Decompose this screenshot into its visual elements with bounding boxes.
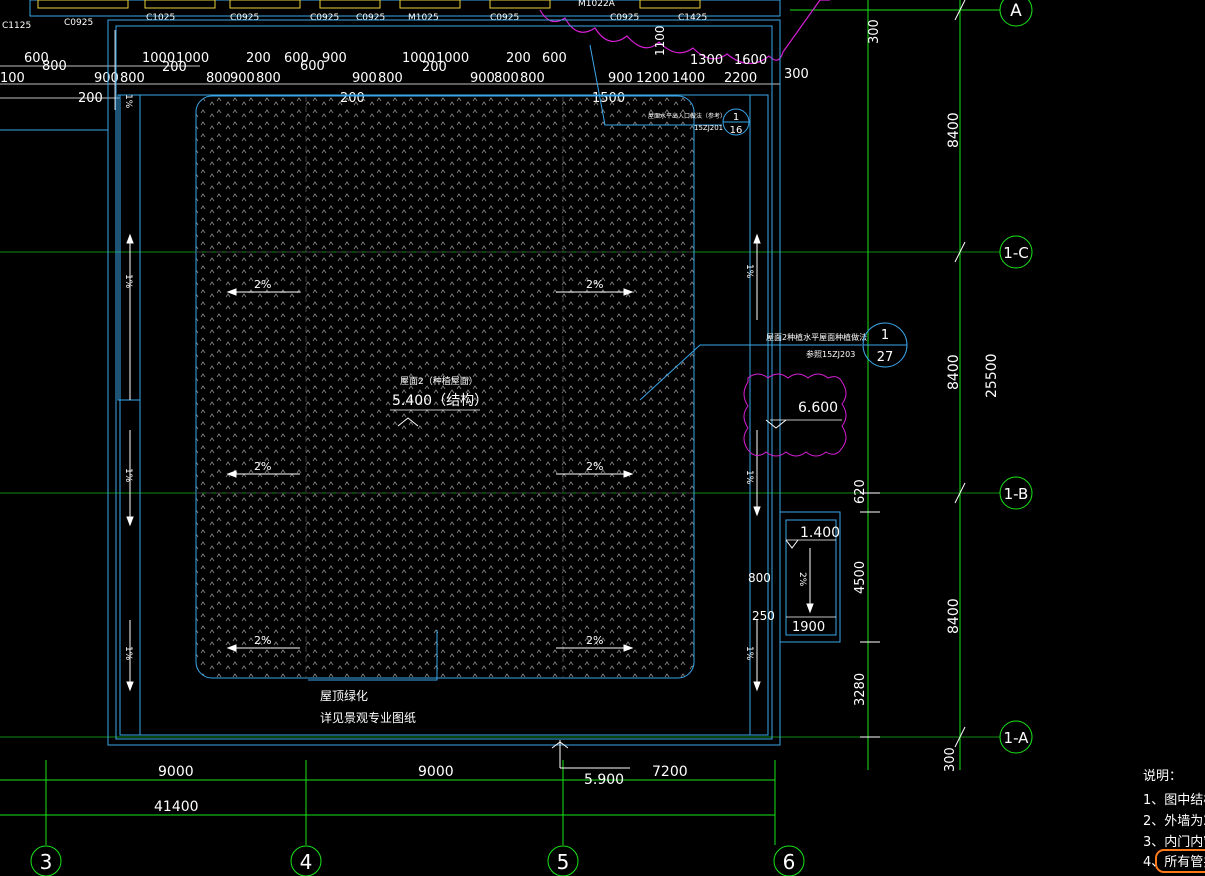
callout-mid-note: 屋面2种植水平屋面种植做法	[766, 332, 867, 342]
top-dim-200-left: 200	[78, 91, 103, 106]
slope-label-small-1: 1%	[123, 94, 133, 109]
top-dim-r2-800a: 800	[120, 71, 145, 86]
slope-label-4: 2%	[586, 460, 603, 473]
right-dim-620: 620	[853, 479, 868, 504]
slope-label-v5: 1%	[744, 470, 754, 485]
roof-type-note: 屋面2（种植屋面）	[400, 375, 478, 387]
callout-top-sheet: 16	[730, 125, 743, 136]
dim-1900: 1900	[792, 620, 825, 635]
top-dim-r2-800c: 800	[256, 71, 281, 86]
note-2: 2、外墙为20	[1143, 814, 1205, 829]
note-3: 3、内门内窗	[1143, 834, 1205, 850]
roof-elevation: 5.400（结构）	[392, 393, 488, 409]
slope-label-5: 2%	[254, 634, 271, 647]
slope-label-v2: 1%	[123, 468, 133, 483]
window-label-4: C0925	[230, 13, 259, 23]
top-dim-r2-1200: 1200	[636, 71, 669, 86]
top-dim-r2-800f: 800	[520, 71, 545, 86]
right-dim-4500: 4500	[853, 561, 868, 594]
cad-drawing: A 1-C 1-B 1-A 3 4 5 6 C1125 C0925 C1025 …	[0, 0, 1205, 876]
callout-top-note: 屋面水平出入口做法（参考）	[648, 112, 726, 120]
top-dim-r2-800d: 800	[378, 71, 403, 86]
axis-label-4: 4	[300, 850, 313, 874]
dim-800: 800	[748, 571, 771, 585]
top-dim-900: 900	[322, 51, 347, 66]
axis-label-6: 6	[783, 850, 796, 874]
callout-top-num: 1	[733, 112, 739, 123]
slope-label-v6: 1%	[744, 646, 754, 661]
window-label-8: C0925	[490, 13, 519, 23]
window-label-11: C1425	[678, 13, 707, 23]
axis-label-A: A	[1010, 1, 1022, 21]
top-dim-r2-800b: 800	[206, 71, 231, 86]
top-dim-r2-900e: 900	[608, 71, 633, 86]
window-label-9: M1022A	[578, 0, 616, 9]
top-dim-r2-900c: 900	[352, 71, 377, 86]
right-dim-8400-c: 8400	[946, 598, 962, 634]
callout-top-ref: 15ZJ201	[694, 124, 723, 132]
top-dim-1100: 1100	[653, 25, 667, 56]
slope-label-side: 2%	[797, 572, 807, 587]
right-dim-8400-b: 8400	[946, 354, 962, 390]
top-dim-r2-100: 100	[0, 71, 25, 86]
top-dim-200d: 200	[506, 51, 531, 66]
bottom-dim-41400: 41400	[154, 799, 199, 815]
right-dim-300-bot: 300	[943, 747, 958, 772]
elevation-bottom: 5.900	[584, 772, 624, 788]
window-label-3: C1025	[146, 13, 175, 23]
top-dim-r2-900d: 900	[470, 71, 495, 86]
green-roof-area	[195, 95, 695, 679]
window-label-2: C0925	[64, 18, 93, 28]
notes-title: 说明：	[1143, 769, 1182, 784]
slope-label-6: 2%	[586, 634, 603, 647]
dim-250: 250	[752, 609, 775, 623]
right-dim-300-top: 300	[867, 19, 882, 44]
note-1: 1、图中结构	[1143, 793, 1205, 808]
right-dim-3280: 3280	[853, 673, 868, 706]
bottom-dim-9000-b: 9000	[418, 764, 454, 780]
axis-label-1B: 1-B	[1004, 485, 1029, 503]
axis-label-1A: 1-A	[1004, 729, 1030, 747]
slope-label-2: 2%	[586, 278, 603, 291]
bottom-dim-7200: 7200	[652, 764, 688, 780]
green-roof-note-1: 屋顶绿化	[320, 688, 368, 703]
slope-label-1: 2%	[254, 278, 271, 291]
top-dim-200b: 200	[246, 51, 271, 66]
slope-label-v4: 1%	[744, 264, 754, 279]
window-label-5: C0925	[310, 13, 339, 23]
top-dim-1600: 1600	[734, 53, 767, 68]
callout-mid-num: 1	[881, 328, 889, 343]
top-dim-r2-900a: 900	[94, 71, 119, 86]
callout-mid-ref: 参照15ZJ203	[806, 349, 855, 359]
window-label-7: M1025	[408, 13, 439, 23]
top-dim-800: 800	[42, 59, 67, 74]
top-dim-200a: 200	[162, 60, 187, 75]
axis-label-3: 3	[40, 850, 53, 874]
top-dim-1300: 1300	[690, 53, 723, 68]
top-dim-600d: 600	[542, 51, 567, 66]
elevation-bay: 6.600	[798, 400, 838, 416]
top-dim-r2-800e: 800	[494, 71, 519, 86]
top-dim-200c: 200	[422, 60, 447, 75]
axis-label-1C: 1-C	[1003, 244, 1028, 262]
callout-mid-sheet: 27	[877, 350, 894, 365]
window-label-10: C0925	[610, 13, 639, 23]
right-dim-25500: 25500	[984, 353, 1000, 398]
window-label-1: C1125	[2, 21, 31, 31]
bottom-dim-9000-a: 9000	[158, 764, 194, 780]
top-dim-r2-1400: 1400	[672, 71, 705, 86]
green-roof-note-2: 详见景观专业图纸	[320, 710, 416, 725]
top-dim-300: 300	[784, 67, 809, 82]
top-dim-r2-2200: 2200	[724, 71, 757, 86]
slope-label-v1: 1%	[123, 274, 133, 289]
axis-label-5: 5	[557, 850, 570, 874]
window-label-6: C0925	[356, 13, 385, 23]
slope-label-3: 2%	[254, 460, 271, 473]
elevation-side: 1.400	[800, 525, 840, 541]
slope-label-v3: 1%	[123, 646, 133, 661]
note-4: 4、所有管井	[1143, 855, 1205, 870]
right-dim-8400-a: 8400	[946, 112, 962, 148]
top-dim-r2-900b: 900	[230, 71, 255, 86]
